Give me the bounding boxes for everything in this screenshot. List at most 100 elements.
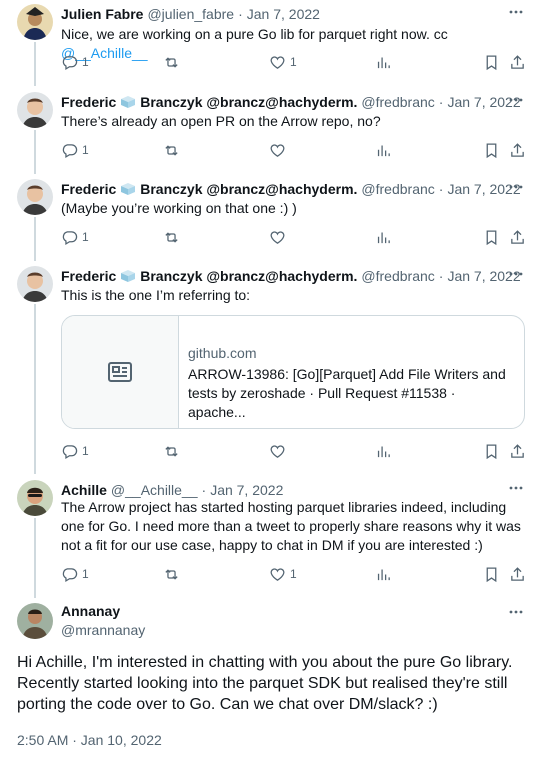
share-button[interactable]: [509, 564, 526, 584]
retweet-button[interactable]: [163, 140, 180, 160]
reply-button[interactable]: 1: [61, 140, 89, 160]
bookmark-button[interactable]: [483, 140, 500, 160]
tweet-text: This is the one I’m referring to:: [61, 287, 251, 303]
share-icon: [511, 142, 524, 157]
bookmark-button[interactable]: [483, 227, 500, 247]
main-tweet-timestamp[interactable]: 2:50 AM · Jan 10, 2022: [17, 732, 162, 748]
author-name-suffix[interactable]: Branczyk @brancz@hachyderm.: [140, 268, 357, 284]
like-button[interactable]: [269, 441, 286, 461]
more-options-icon[interactable]: [508, 179, 524, 195]
views-button[interactable]: [375, 140, 392, 160]
author-handle[interactable]: @julien_fabre: [147, 6, 234, 22]
views-icon: [377, 569, 390, 580]
avatar[interactable]: [17, 603, 53, 639]
retweet-button[interactable]: [163, 441, 180, 461]
share-button[interactable]: [509, 441, 526, 461]
like-count: 1: [290, 55, 297, 69]
author-name-suffix[interactable]: Branczyk @brancz@hachyderm.: [140, 94, 357, 110]
author-name[interactable]: Frederic: [61, 181, 116, 197]
views-icon: [377, 145, 390, 156]
more-options-icon[interactable]: [508, 4, 524, 20]
author-handle[interactable]: @__Achille__: [111, 482, 198, 498]
avatar[interactable]: [17, 179, 53, 215]
more-options-icon[interactable]: [508, 604, 524, 620]
heart-icon: [270, 230, 285, 244]
author-handle[interactable]: @fredbranc: [361, 268, 434, 284]
avatar[interactable]: [17, 4, 53, 40]
bookmark-button[interactable]: [483, 441, 500, 461]
tweet[interactable]: Julien Fabre @julien_fabre · Jan 7, 2022…: [0, 4, 546, 84]
views-button[interactable]: [375, 564, 392, 584]
tweet[interactable]: Achille @__Achille__ · Jan 7, 2022 The A…: [0, 480, 546, 590]
tweet[interactable]: Frederic Branczyk @brancz@hachyderm. @fr…: [0, 92, 546, 172]
cube-icon: [121, 270, 136, 282]
reply-icon: [62, 567, 78, 582]
retweet-icon: [165, 231, 178, 243]
avatar[interactable]: [17, 480, 53, 516]
retweet-button[interactable]: [163, 227, 180, 247]
card-domain: github.com: [188, 345, 257, 361]
reply-count: 1: [82, 444, 89, 458]
views-icon: [377, 57, 390, 68]
author-name[interactable]: Julien Fabre: [61, 6, 143, 22]
reply-button[interactable]: 1: [61, 52, 89, 72]
reply-icon: [62, 55, 78, 70]
author-name[interactable]: Frederic: [61, 94, 116, 110]
avatar[interactable]: [17, 92, 53, 128]
card-title: ARROW-13986: [Go][Parquet] Add File Writ…: [188, 366, 506, 420]
views-icon: [377, 446, 390, 457]
share-icon: [511, 54, 524, 69]
reply-button[interactable]: 1: [61, 227, 89, 247]
author-name[interactable]: Frederic: [61, 268, 116, 284]
reply-icon: [62, 143, 78, 158]
share-button[interactable]: [509, 52, 526, 72]
bookmark-icon: [486, 229, 497, 245]
views-button[interactable]: [375, 52, 392, 72]
retweet-icon: [165, 144, 178, 156]
like-button[interactable]: 1: [269, 52, 297, 72]
avatar[interactable]: [17, 266, 53, 302]
heart-icon: [270, 444, 285, 458]
share-button[interactable]: [509, 140, 526, 160]
like-button[interactable]: 1: [269, 564, 297, 584]
like-button[interactable]: [269, 140, 286, 160]
tweet-text: There’s already an open PR on the Arrow …: [61, 113, 381, 129]
separator-dot: ·: [201, 482, 207, 498]
tweet-text: The Arrow project has started hosting pa…: [61, 499, 521, 553]
author-handle[interactable]: @fredbranc: [361, 94, 434, 110]
reply-button[interactable]: 1: [61, 441, 89, 461]
author-handle[interactable]: @mrannanay: [61, 622, 145, 638]
like-button[interactable]: [269, 227, 286, 247]
tweet-text-body: Nice, we are working on a pure Go lib fo…: [61, 26, 448, 42]
author-name-suffix[interactable]: Branczyk @brancz@hachyderm.: [140, 181, 357, 197]
separator-dot: ·: [438, 268, 444, 284]
views-button[interactable]: [375, 441, 392, 461]
views-button[interactable]: [375, 227, 392, 247]
tweet-text: (Maybe you’re working on that one :) ): [61, 200, 297, 216]
tweet-date[interactable]: Jan 7, 2022: [247, 6, 320, 22]
author-name[interactable]: Annanay: [61, 603, 120, 619]
author-handle[interactable]: @fredbranc: [361, 181, 434, 197]
retweet-icon: [165, 568, 178, 580]
retweet-button[interactable]: [163, 52, 180, 72]
main-tweet-text: Hi Achille, I'm interested in chatting w…: [17, 654, 513, 713]
retweet-icon: [165, 56, 178, 68]
more-options-icon[interactable]: [508, 480, 524, 496]
bookmark-button[interactable]: [483, 564, 500, 584]
bookmark-icon: [486, 566, 497, 582]
bookmark-icon: [486, 142, 497, 158]
bookmark-button[interactable]: [483, 52, 500, 72]
reply-button[interactable]: 1: [61, 564, 89, 584]
link-preview-card[interactable]: github.com ARROW-13986: [Go][Parquet] Ad…: [61, 315, 525, 429]
tweet[interactable]: Frederic Branczyk @brancz@hachyderm. @fr…: [0, 179, 546, 259]
share-button[interactable]: [509, 227, 526, 247]
more-options-icon[interactable]: [508, 92, 524, 108]
reply-count: 1: [82, 55, 89, 69]
tweet-date[interactable]: Jan 7, 2022: [210, 482, 283, 498]
tweet-actions: 1: [61, 140, 531, 160]
separator-dot: ·: [238, 6, 243, 22]
separator-dot: ·: [438, 181, 444, 197]
more-options-icon[interactable]: [508, 266, 524, 282]
author-name[interactable]: Achille: [61, 482, 107, 498]
retweet-button[interactable]: [163, 564, 180, 584]
